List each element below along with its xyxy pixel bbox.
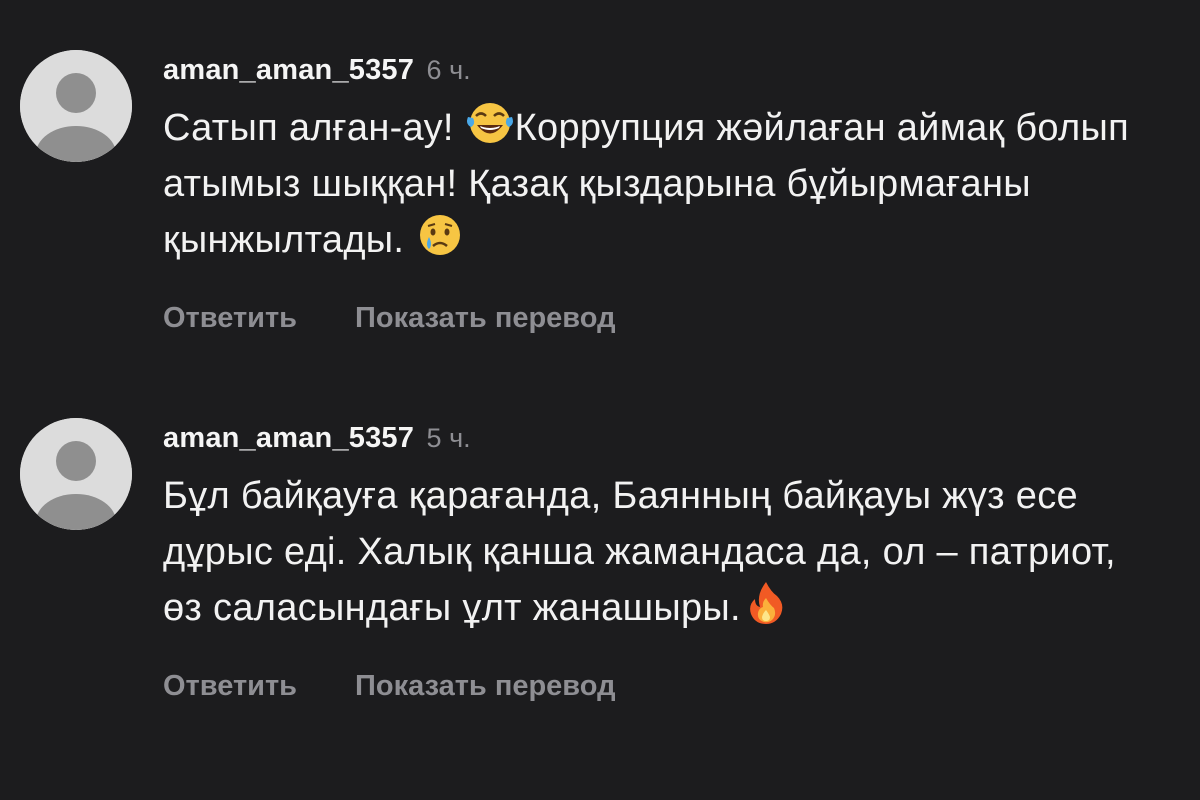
comment-actions: Ответить Показать перевод: [163, 666, 1183, 706]
avatar[interactable]: [20, 418, 132, 530]
timestamp: 6 ч.: [426, 55, 471, 85]
comment-meta: aman_aman_5357 5 ч.: [163, 418, 1183, 458]
default-user-icon: [20, 50, 132, 162]
face-with-tears-of-joy-icon: [465, 100, 515, 146]
username[interactable]: aman_aman_5357: [163, 54, 414, 86]
reply-button[interactable]: Ответить: [163, 670, 297, 702]
reply-button[interactable]: Ответить: [163, 302, 297, 334]
avatar[interactable]: [20, 50, 132, 162]
comment-body: aman_aman_5357 6 ч. Сатып алған-ау! Корр…: [163, 50, 1183, 338]
comment-text: Сатып алған-ау! Коррупция жәйлаған аймақ…: [163, 100, 1163, 268]
show-translation-button[interactable]: Показать перевод: [355, 302, 615, 334]
timestamp: 5 ч.: [426, 423, 471, 453]
show-translation-button[interactable]: Показать перевод: [355, 670, 615, 702]
comment-body: aman_aman_5357 5 ч. Бұл байқауға қараған…: [163, 418, 1183, 706]
username[interactable]: aman_aman_5357: [163, 422, 414, 454]
comment-meta: aman_aman_5357 6 ч.: [163, 50, 1183, 90]
default-user-icon: [20, 418, 132, 530]
fire-icon: [741, 580, 791, 626]
comment-text-part: Сатып алған-ау!: [163, 107, 465, 149]
crying-face-icon: [415, 212, 465, 258]
comment-actions: Ответить Показать перевод: [163, 298, 1183, 338]
comment-text: Бұл байқауға қарағанда, Баянның байқауы …: [163, 468, 1163, 636]
comment-text-part: Бұл байқауға қарағанда, Баянның байқауы …: [163, 475, 1116, 629]
